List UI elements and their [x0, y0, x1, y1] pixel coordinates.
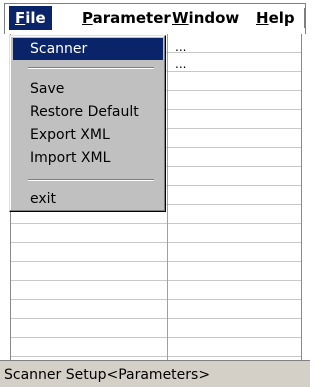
table-row[interactable] [11, 281, 301, 300]
status-bar: Scanner Setup<Parameters> [0, 360, 310, 387]
menu-item-exit[interactable]: exit [13, 188, 163, 210]
menu-parameter[interactable]: Parameter [76, 6, 177, 30]
menu-file[interactable]: File [9, 6, 52, 30]
menu-window[interactable]: Window [166, 6, 245, 30]
menu-item-restore-default[interactable]: Restore Default [13, 101, 163, 123]
menu-separator [28, 179, 154, 181]
column-divider [167, 34, 168, 360]
status-text: Scanner Setup<Parameters> [4, 367, 211, 383]
table-row[interactable] [11, 338, 301, 357]
menu-item-export-xml[interactable]: Export XML [13, 124, 163, 146]
table-row[interactable] [11, 300, 301, 319]
menu-item-import-xml[interactable]: Import XML [13, 147, 163, 169]
menu-bar-divider [304, 8, 305, 28]
cell-value[interactable]: ... [175, 40, 186, 54]
menu-bar: File Parameter Window Help [0, 0, 310, 34]
menu-item-save[interactable]: Save [13, 78, 163, 100]
table-row[interactable] [11, 224, 301, 243]
menu-item-scanner[interactable]: Scanner [13, 38, 163, 60]
file-menu-dropdown: Scanner Save Restore Default Export XML … [9, 35, 166, 212]
cell-value[interactable]: ... [175, 57, 186, 71]
menu-separator [28, 67, 154, 69]
table-row[interactable] [11, 243, 301, 262]
menu-help[interactable]: Help [250, 6, 301, 30]
table-row[interactable] [11, 319, 301, 338]
table-row[interactable] [11, 262, 301, 281]
